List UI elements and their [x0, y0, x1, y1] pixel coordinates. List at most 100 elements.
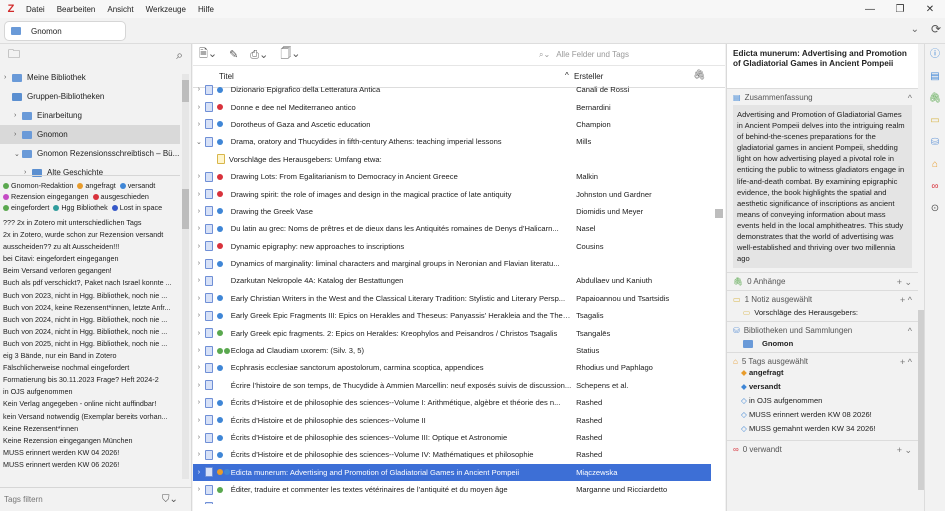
- new-collection-icon[interactable]: 🗀: [8, 45, 20, 66]
- search-icon[interactable]: ⌕: [176, 48, 183, 63]
- attachment-column-icon[interactable]: 🖇: [693, 70, 706, 81]
- collapse-icon[interactable]: ^: [908, 326, 912, 336]
- related-nav-icon[interactable]: ∞: [925, 176, 945, 198]
- menu-item-hilfe[interactable]: Hilfe: [198, 5, 214, 14]
- twisty-icon[interactable]: ›: [193, 417, 205, 424]
- notes-nav-icon[interactable]: ▭: [925, 110, 945, 132]
- tag-item[interactable]: Buch als pdf verschickt?, Paket nach Isr…: [3, 277, 177, 289]
- column-creator[interactable]: Ersteller: [574, 72, 674, 81]
- item-row[interactable]: › Écrits d’Histoire et de philosophie des…: [193, 411, 711, 428]
- item-row[interactable]: › Dorotheus of Gaza and Ascetic education…: [193, 116, 711, 133]
- twisty-icon[interactable]: ›: [193, 260, 205, 267]
- menu-item-ansicht[interactable]: Ansicht: [107, 5, 133, 14]
- tag-scrollbar[interactable]: [182, 179, 189, 479]
- related-header[interactable]: 0 verwandt: [743, 445, 782, 454]
- tree-scrollbar[interactable]: [182, 74, 189, 184]
- add-collapse-icon[interactable]: + ^: [900, 295, 912, 305]
- sync-icon[interactable]: ⟳: [931, 22, 941, 36]
- twisty-icon[interactable]: ›: [193, 312, 205, 319]
- tag-item[interactable]: Buch von 2024, nicht in Hgg. Bibliothek,…: [3, 314, 177, 326]
- item-tag[interactable]: ◇ MUSS gemahnt werden KW 34 2026!: [741, 422, 912, 436]
- tag-versandt[interactable]: versandt: [119, 180, 155, 191]
- tag-hgg-bibliothek[interactable]: Hgg Bibliothek: [53, 202, 108, 213]
- tag-item[interactable]: Fälschlicherweise nochmal eingefordert: [3, 362, 177, 374]
- item-row[interactable]: › Dynamics of marginality: liminal charac…: [193, 255, 711, 272]
- tag-rezension-eingegangen[interactable]: Rezension eingegangen: [3, 191, 89, 202]
- twisty-icon[interactable]: ›: [193, 104, 205, 111]
- item-row[interactable]: ›Education and Learning in Byzantine The…: [193, 498, 711, 504]
- item-row[interactable]: › Drawing the Greek Vase Diomidis und Meye…: [193, 203, 711, 220]
- twisty-icon[interactable]: ›: [193, 382, 205, 389]
- twisty-icon[interactable]: ›: [193, 295, 205, 302]
- library-item[interactable]: Gnomon: [743, 339, 912, 348]
- info-icon[interactable]: ⓘ: [925, 44, 945, 66]
- libraries-header[interactable]: Bibliotheken und Sammlungen: [744, 326, 853, 335]
- collapse-icon[interactable]: ^: [908, 93, 912, 103]
- item-row[interactable]: › Early Greek epic fragments. 2: Epics on…: [193, 324, 711, 341]
- twisty-icon[interactable]: ›: [193, 347, 205, 354]
- item-row[interactable]: › Du latin au grec: Noms de prêtres et de…: [193, 220, 711, 237]
- item-tag[interactable]: ◆ angefragt: [741, 366, 912, 380]
- twisty-icon[interactable]: ›: [193, 330, 205, 337]
- tags-header[interactable]: 5 Tags ausgewählt: [742, 357, 808, 366]
- tags-nav-icon[interactable]: ⌂: [925, 154, 945, 176]
- tag-filter-input[interactable]: [4, 491, 162, 508]
- item-row[interactable]: › Early Greek Epic Fragments III: Epics o…: [193, 307, 711, 324]
- twisty-icon[interactable]: ›: [193, 434, 205, 441]
- item-row[interactable]: › Dzarkutan Nekropole 4A: Katalog der Bes…: [193, 272, 711, 289]
- tag-item[interactable]: Formatierung bis 30.11.2023 Frage? Heft …: [3, 374, 177, 386]
- collection-gnomon[interactable]: › Gnomon: [0, 125, 180, 144]
- tag-item[interactable]: Beim Versand verloren gegangen!: [3, 265, 177, 277]
- abstract-text[interactable]: Advertising and Promotion of Gladiatoria…: [733, 105, 912, 269]
- tag-item[interactable]: Buch von 2024, nicht in Hgg. Bibliothek,…: [3, 326, 177, 338]
- item-row[interactable]: ⌄ Drama, oratory and Thucydides in fifth-…: [193, 133, 711, 150]
- tag-item[interactable]: MUSS erinnert werden KW 06 2026!: [3, 459, 177, 471]
- twisty-icon[interactable]: ›: [4, 74, 12, 81]
- twisty-icon[interactable]: ›: [193, 469, 205, 476]
- tag-item[interactable]: MUSS erinnert werden KW 04 2026!: [3, 447, 177, 459]
- tag-angefragt[interactable]: angefragt: [77, 180, 116, 191]
- tag-item[interactable]: Buch von 2023, nicht in Hgg. Bibliothek,…: [3, 290, 177, 302]
- column-title[interactable]: Titel: [219, 72, 574, 81]
- twisty-icon[interactable]: ›: [193, 86, 205, 93]
- abstract-nav-icon[interactable]: ▤: [925, 66, 945, 88]
- add-attachment-icon[interactable]: ⎙⌄: [250, 48, 268, 62]
- maximize-icon[interactable]: ❐: [885, 0, 915, 18]
- item-row[interactable]: › Donne e dee nel Mediterraneo antico Bern…: [193, 98, 711, 115]
- tag-item[interactable]: ausscheiden?? zu alt Ausscheiden!!!: [3, 241, 177, 253]
- abstract-header[interactable]: Zusammenfassung: [745, 93, 813, 102]
- item-row[interactable]: › Drawing spirit: the role of images and …: [193, 185, 711, 202]
- twisty-icon[interactable]: ›: [14, 131, 22, 138]
- item-tag[interactable]: ◇ MUSS erinnert werden KW 08 2026!: [741, 408, 912, 422]
- tag-item[interactable]: 2x in Zotero, wurde schon zur Rezension …: [3, 229, 177, 241]
- twisty-icon[interactable]: ›: [193, 364, 205, 371]
- twisty-icon[interactable]: ›: [14, 112, 22, 119]
- tag-item[interactable]: in OJS aufgenommen: [3, 386, 177, 398]
- tag-item[interactable]: Keine Rezension eingegangen München: [3, 435, 177, 447]
- tag-item[interactable]: kein Versand notwendig (Exemplar bereits…: [3, 411, 177, 423]
- libraries-nav-icon[interactable]: ⛁: [925, 132, 945, 154]
- attachments-nav-icon[interactable]: 🖇: [925, 88, 945, 110]
- tag-item[interactable]: eig 3 Bände, nur ein Band in Zotero: [3, 350, 177, 362]
- new-item-icon[interactable]: 🗎⌄: [199, 45, 217, 64]
- notes-header[interactable]: 1 Notiz ausgewählt: [745, 295, 813, 304]
- menu-item-bearbeiten[interactable]: Bearbeiten: [57, 5, 96, 14]
- collection-gruppen-bibliotheken[interactable]: Gruppen-Bibliotheken: [0, 87, 180, 106]
- search-box[interactable]: ⌕⌄ Alle Felder und Tags: [539, 50, 719, 60]
- chevron-down-icon[interactable]: ⌄: [911, 24, 919, 35]
- item-tag[interactable]: ◆ versandt: [741, 380, 912, 394]
- filter-icon[interactable]: ⛉⌄: [162, 494, 178, 505]
- tag-item[interactable]: Buch von 2024, keine Rezensent*innen, le…: [3, 302, 177, 314]
- twisty-icon[interactable]: ⌄: [193, 138, 205, 146]
- note-item[interactable]: ▭ Vorschläge des Herausgebers:: [743, 308, 912, 317]
- item-row[interactable]: › Écrits d’Histoire et de philosophie des…: [193, 394, 711, 411]
- locate-icon[interactable]: ⊙: [925, 198, 945, 220]
- tag-lost-in-space[interactable]: Lost in space: [111, 202, 162, 213]
- menu-item-werkzeuge[interactable]: Werkzeuge: [146, 5, 186, 14]
- item-row[interactable]: › Écrits d’Histoire et de philosophie des…: [193, 446, 711, 463]
- tag-ausgeschieden[interactable]: ausgeschieden: [92, 191, 149, 202]
- add-collapse-icon[interactable]: + ^: [900, 357, 912, 367]
- twisty-icon[interactable]: ›: [193, 486, 205, 493]
- item-row[interactable]: › Ecphrasis ecclesiae sanctorum apostolor…: [193, 359, 711, 376]
- twisty-icon[interactable]: ›: [193, 121, 205, 128]
